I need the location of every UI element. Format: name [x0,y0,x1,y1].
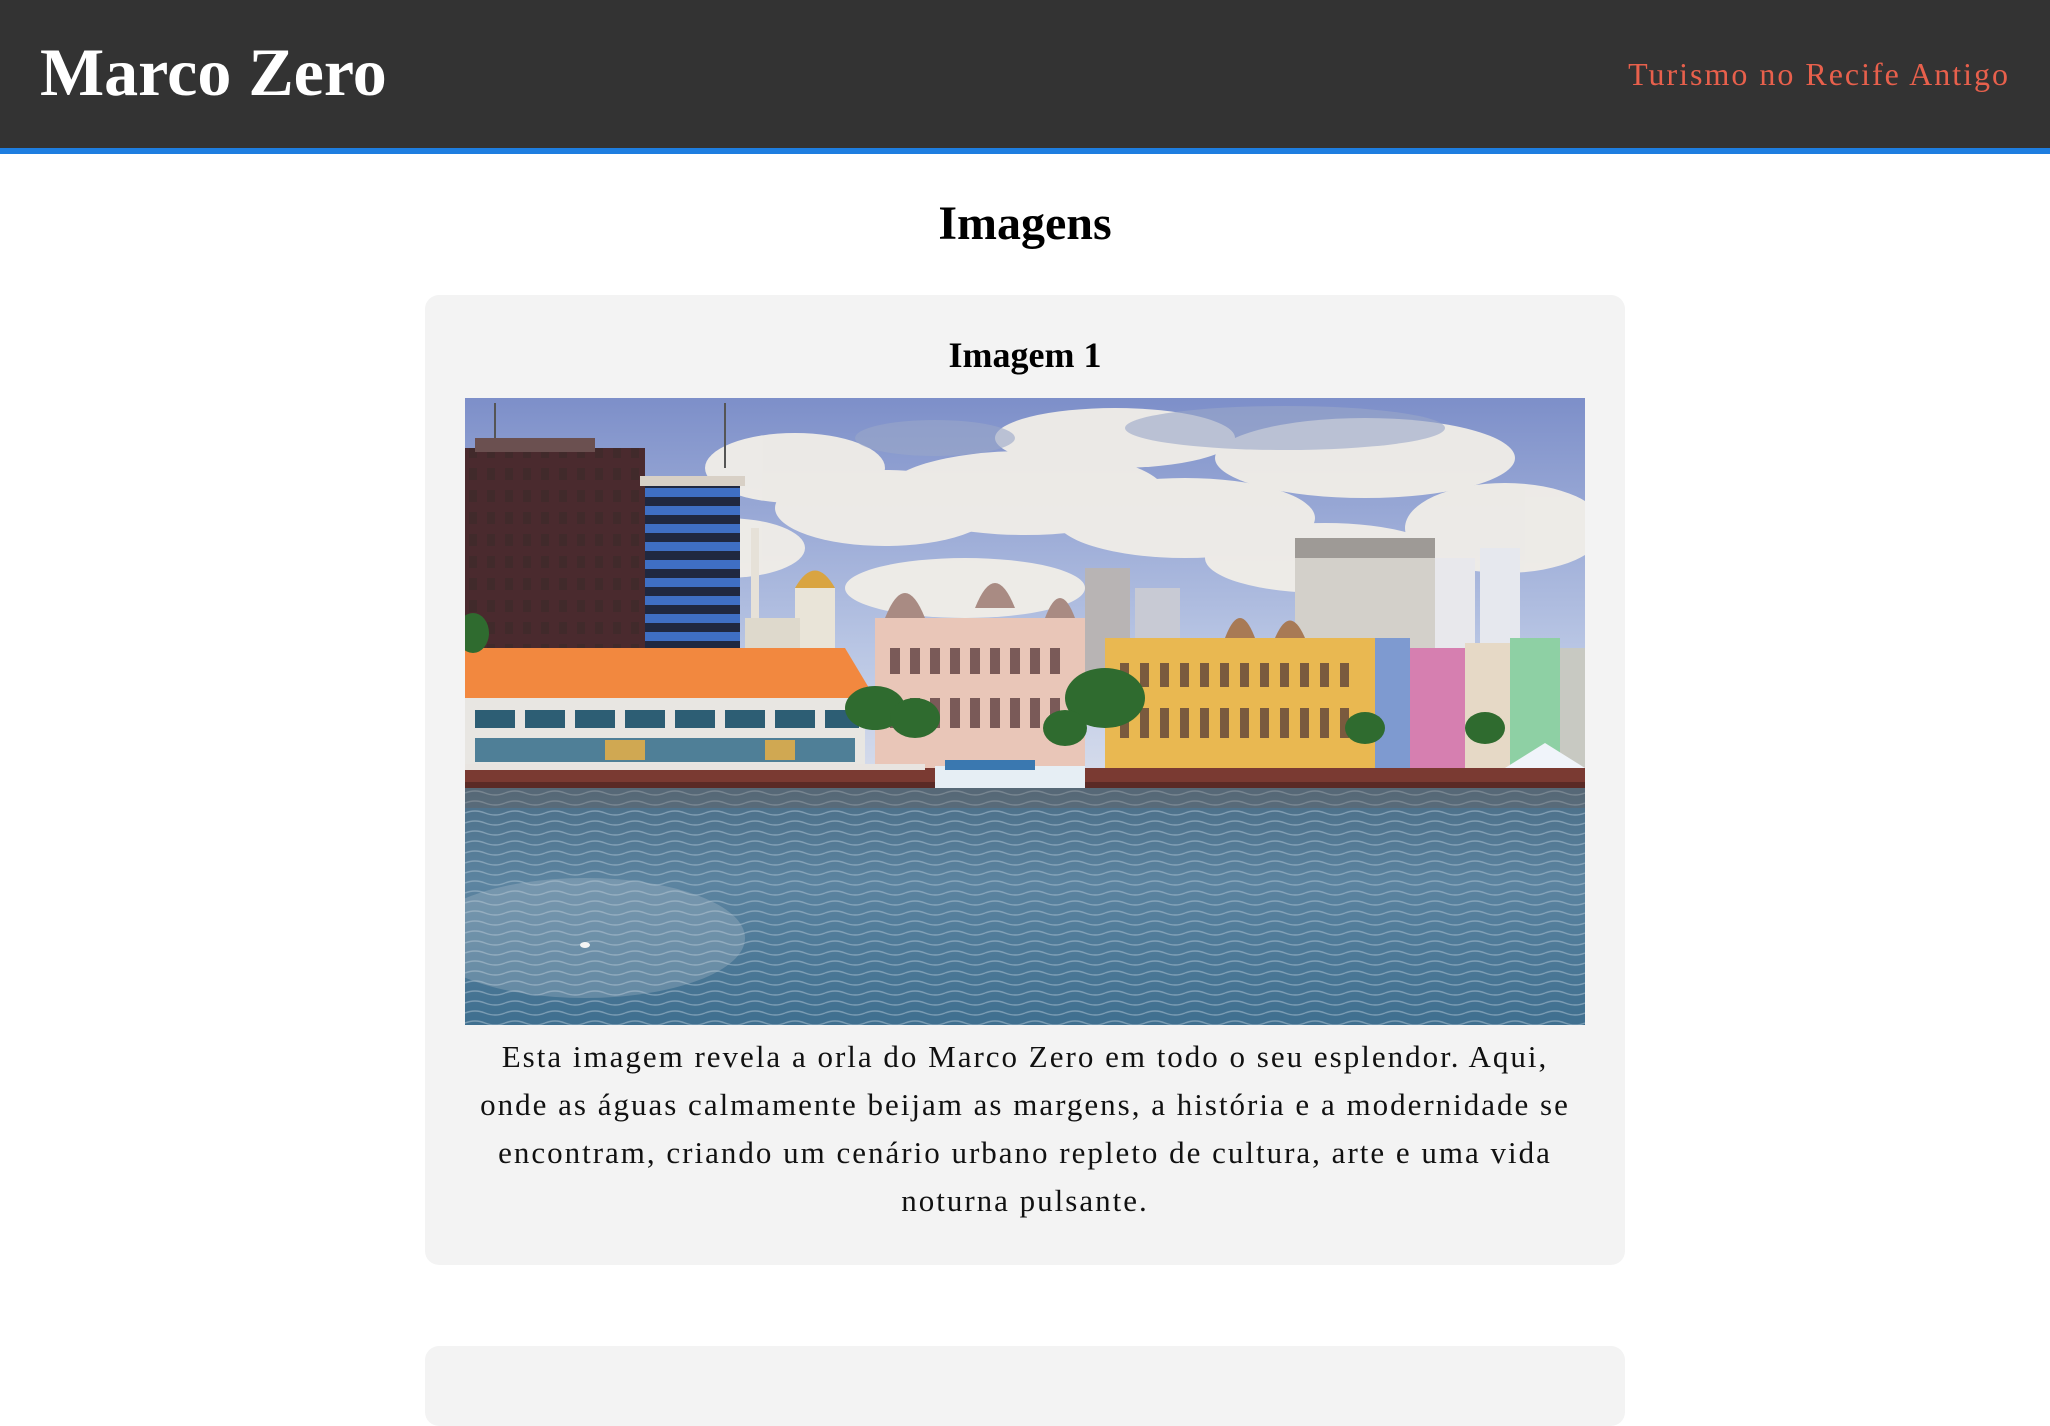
image-card: Imagem 1 Esta imagem revela a orla do Ma… [425,295,1625,1265]
top-header: Marco Zero Turismo no Recife Antigo [0,0,2050,154]
site-brand[interactable]: Marco Zero [40,38,387,106]
section-title: Imagens [938,197,1112,250]
image-card-title: Imagem 1 [948,335,1102,375]
waterfront-photo [465,398,1585,1025]
image-caption: Esta imagem revela a orla do Marco Zero … [480,1039,1570,1218]
nav-link-turismo[interactable]: Turismo no Recife Antigo [1628,58,2010,90]
image-card [425,1346,1625,1426]
